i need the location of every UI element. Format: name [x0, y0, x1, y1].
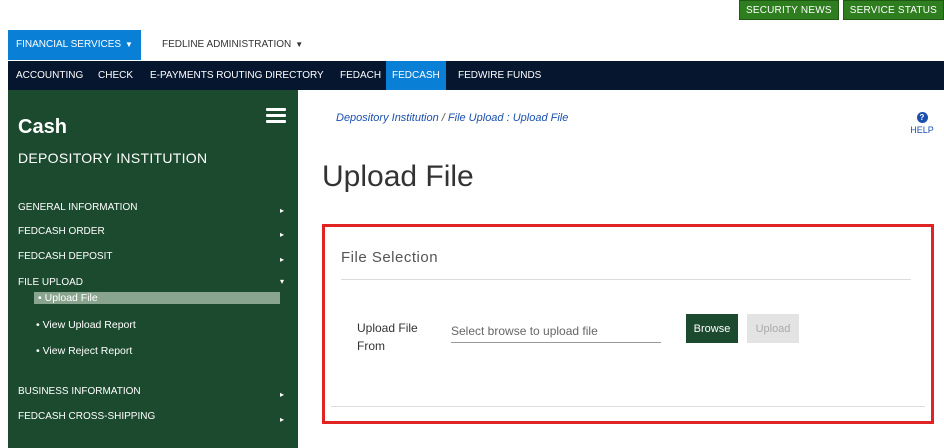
- sidebar-subitem-view-upload-report[interactable]: • View Upload Report: [36, 319, 136, 331]
- nav-financial-services[interactable]: FINANCIAL SERVICES ▼: [8, 30, 141, 60]
- nav-e-payments-routing-directory[interactable]: E-PAYMENTS ROUTING DIRECTORY: [144, 61, 330, 90]
- page-title: Upload File: [322, 160, 474, 193]
- sidebar-item-label: FEDCASH ORDER: [18, 226, 105, 237]
- file-path-input[interactable]: [451, 319, 661, 343]
- chevron-right-icon: ▸: [279, 206, 284, 215]
- nav-fedline-admin-label: FEDLINE ADMINISTRATION: [162, 39, 292, 50]
- sidebar-item-general-information[interactable]: GENERAL INFORMATION ▸: [18, 202, 290, 215]
- sidebar-item-label: FILE UPLOAD: [18, 277, 84, 288]
- bullet-icon: •: [38, 292, 42, 304]
- sidebar-item-label: GENERAL INFORMATION: [18, 202, 138, 213]
- help-label: HELP: [910, 125, 934, 135]
- file-selection-panel: File Selection Upload File From Browse U…: [322, 224, 934, 424]
- sidebar-item-file-upload[interactable]: FILE UPLOAD ▾: [18, 277, 290, 288]
- sidebar-subtitle: DEPOSITORY INSTITUTION: [18, 150, 208, 166]
- sidebar-subitem-label: Upload File: [44, 292, 98, 304]
- question-icon: ?: [916, 112, 928, 123]
- breadcrumb: Depository Institution / File Upload : U…: [336, 112, 568, 124]
- sidebar-item-fedcash-cross-shipping[interactable]: FEDCASH CROSS-SHIPPING ▸: [18, 411, 290, 424]
- sidebar-item-label: FEDCASH CROSS-SHIPPING: [18, 411, 156, 422]
- chevron-right-icon: ▸: [279, 255, 284, 264]
- nav-check[interactable]: CHECK: [92, 61, 139, 90]
- primary-nav: FINANCIAL SERVICES ▼ FEDLINE ADMINISTRATI…: [8, 30, 944, 60]
- chevron-down-icon: ▼: [125, 40, 133, 49]
- nav-accounting[interactable]: ACCOUNTING: [10, 61, 89, 90]
- sidebar-subitem-view-reject-report[interactable]: • View Reject Report: [36, 345, 132, 357]
- file-selection-inner: File Selection Upload File From Browse U…: [331, 239, 925, 407]
- nav-fedach[interactable]: FEDACH: [334, 61, 387, 90]
- sidebar: Cash DEPOSITORY INSTITUTION GENERAL INFO…: [8, 90, 298, 448]
- nav-fedline-administration[interactable]: FEDLINE ADMINISTRATION ▼: [154, 30, 311, 60]
- top-utility-buttons: SECURITY NEWS SERVICE STATUS: [738, 0, 944, 20]
- breadcrumb-separator: /: [441, 112, 445, 124]
- hamburger-menu-icon[interactable]: [266, 108, 286, 124]
- nav-fedcash[interactable]: FEDCASH: [386, 61, 446, 90]
- nav-fedwire-funds[interactable]: FEDWIRE FUNDS: [452, 61, 547, 90]
- upload-button[interactable]: Upload: [747, 314, 799, 343]
- breadcrumb-parent-link[interactable]: Depository Institution: [336, 112, 439, 124]
- secondary-nav: ACCOUNTING CHECK E-PAYMENTS ROUTING DIRE…: [8, 61, 944, 90]
- sidebar-item-label: BUSINESS INFORMATION: [18, 386, 141, 397]
- bullet-icon: •: [36, 345, 40, 357]
- help-link[interactable]: ? HELP: [907, 112, 937, 135]
- chevron-right-icon: ▸: [279, 230, 284, 239]
- nav-financial-services-label: FINANCIAL SERVICES: [16, 39, 122, 50]
- sidebar-item-business-information[interactable]: BUSINESS INFORMATION ▸: [18, 386, 290, 399]
- sidebar-item-label: FEDCASH DEPOSIT: [18, 251, 113, 262]
- divider: [341, 279, 911, 280]
- sidebar-subitem-label: View Reject Report: [42, 345, 133, 357]
- file-selection-header: File Selection: [341, 249, 439, 266]
- bullet-icon: •: [36, 319, 40, 331]
- sidebar-item-fedcash-order[interactable]: FEDCASH ORDER ▸: [18, 226, 290, 239]
- sidebar-subitem-upload-file[interactable]: • Upload File: [34, 292, 280, 304]
- browse-button[interactable]: Browse: [686, 314, 738, 343]
- chevron-down-icon: ▼: [295, 40, 304, 49]
- service-status-button[interactable]: SERVICE STATUS: [842, 0, 944, 20]
- chevron-down-icon: ▾: [279, 277, 284, 286]
- sidebar-title: Cash: [18, 116, 67, 138]
- breadcrumb-current: File Upload : Upload File: [447, 112, 569, 124]
- upload-file-from-label: Upload File From: [357, 321, 418, 353]
- sidebar-subitem-label: View Upload Report: [42, 319, 136, 331]
- chevron-right-icon: ▸: [279, 415, 284, 424]
- sidebar-item-fedcash-deposit[interactable]: FEDCASH DEPOSIT ▸: [18, 251, 290, 264]
- security-news-button[interactable]: SECURITY NEWS: [738, 0, 839, 20]
- chevron-right-icon: ▸: [279, 390, 284, 399]
